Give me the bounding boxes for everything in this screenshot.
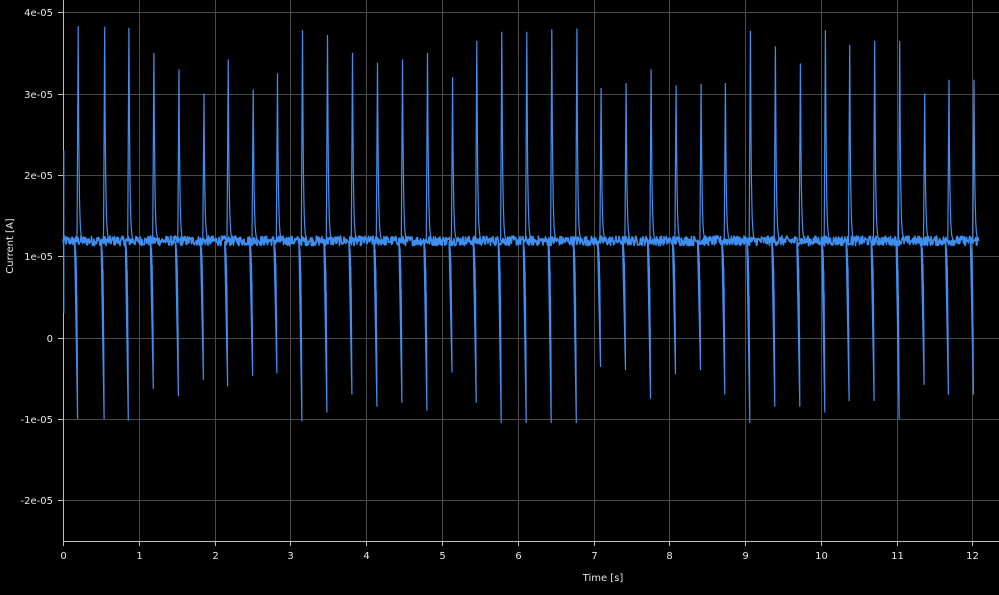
spike-positive: [699, 83, 707, 242]
spike-negative: [671, 240, 677, 375]
y-tick-label: 3e-05: [24, 90, 53, 101]
spike-positive: [872, 40, 881, 242]
spike-positive: [575, 28, 583, 242]
spike-positive: [947, 79, 955, 242]
series-current: [62, 25, 980, 424]
spike-positive: [350, 52, 359, 242]
spike-positive: [897, 40, 906, 242]
spike-negative: [373, 240, 378, 407]
spike-negative: [920, 240, 925, 385]
spike-positive: [425, 52, 434, 242]
spike-negative: [149, 240, 154, 389]
x-tick-label: 10: [815, 551, 828, 562]
x-tick-label: 6: [515, 551, 521, 562]
spike-negative: [572, 240, 577, 424]
spike-positive: [375, 62, 384, 242]
y-tick-label: -2e-05: [21, 496, 53, 507]
spike-negative: [522, 240, 527, 424]
spike-positive: [450, 77, 459, 242]
spike-positive: [624, 82, 632, 242]
spike-positive: [152, 52, 160, 242]
x-tick-label: 2: [212, 551, 218, 562]
spike-negative: [100, 240, 105, 420]
spike-negative: [796, 240, 801, 407]
spike-positive: [325, 34, 334, 242]
spike-negative: [423, 240, 428, 411]
spike-negative: [174, 240, 179, 397]
chart: 0 1 2 3 4 5 6 7 8 9 10 11 12 -2e-05 -1e-05 0 1e-05 2e-05 3…: [0, 0, 999, 595]
x-tick-label: 11: [891, 551, 904, 562]
spike-positive: [525, 31, 533, 242]
spike-positive: [127, 27, 135, 242]
x-tick-label: 8: [666, 551, 672, 562]
spike-negative: [472, 240, 477, 403]
spike-positive: [202, 93, 210, 242]
spike-negative: [646, 240, 652, 399]
spike-positive: [723, 82, 732, 242]
spike-positive: [847, 44, 856, 242]
x-tick-label: 12: [966, 551, 979, 562]
x-tick-label: 4: [363, 551, 369, 562]
y-axis-title: Current [A]: [5, 218, 16, 273]
spike-positive: [76, 25, 84, 242]
spike-negative: [721, 240, 726, 395]
spike-positive: [798, 63, 807, 242]
spike-positive: [599, 87, 607, 242]
x-tick-label: 9: [742, 551, 748, 562]
spike-negative: [348, 240, 353, 395]
spike-positive: [922, 93, 931, 242]
spike-negative: [696, 240, 702, 371]
y-tick-label: 1e-05: [24, 252, 53, 263]
spike-positive: [674, 85, 682, 242]
spike-positive: [275, 73, 284, 242]
spike-negative: [74, 240, 79, 420]
series: [62, 25, 980, 424]
spike-positive: [475, 40, 483, 242]
line-chart: 0 1 2 3 4 5 6 7 8 9 10 11 12-2e-05-1e-0501e-052e-053…: [5, 0, 999, 584]
spike-positive: [748, 30, 757, 242]
y-tick-label: 0: [47, 334, 53, 345]
spike-negative: [845, 240, 850, 402]
spike-positive: [823, 30, 832, 242]
spike-positive: [500, 31, 508, 242]
spike-negative: [621, 240, 627, 371]
spike-negative: [771, 240, 776, 407]
spike-negative: [944, 240, 949, 395]
grid: [63, 0, 999, 541]
x-tick-label: 1: [136, 551, 142, 562]
x-tick-label: 0: [60, 551, 66, 562]
spike-positive: [972, 79, 980, 242]
spike-negative: [273, 240, 278, 374]
spike-negative: [596, 240, 602, 367]
spike-negative: [448, 240, 453, 373]
spike-negative: [398, 240, 403, 403]
spike-negative: [547, 240, 552, 424]
spike-positive: [251, 89, 259, 242]
spike-negative: [323, 240, 328, 413]
y-tick-label: 4e-05: [24, 8, 53, 19]
spike-positive: [400, 59, 409, 242]
x-tick-label: 5: [439, 551, 445, 562]
y-tick-label: -1e-05: [21, 415, 53, 426]
spike-positive: [226, 59, 234, 242]
spike-negative: [298, 240, 303, 422]
spike-negative: [249, 240, 254, 376]
spike-negative: [224, 240, 229, 387]
spike-positive: [550, 29, 558, 242]
y-tick-label: 2e-05: [24, 171, 53, 182]
spike-negative: [124, 240, 129, 421]
spike-negative: [746, 240, 751, 424]
axes: 0 1 2 3 4 5 6 7 8 9 10 11 12-2e-05-1e-0501e-052e-053…: [21, 0, 999, 562]
spike-positive: [102, 26, 111, 242]
spike-negative: [497, 240, 502, 424]
spike-negative: [870, 240, 875, 402]
spike-positive: [773, 46, 782, 242]
x-axis-title: Time [s]: [582, 573, 624, 584]
spike-positive: [300, 30, 309, 242]
spike-negative: [821, 240, 826, 413]
x-tick-label: 7: [591, 551, 597, 562]
spike-negative: [199, 240, 204, 380]
x-tick-label: 3: [287, 551, 293, 562]
